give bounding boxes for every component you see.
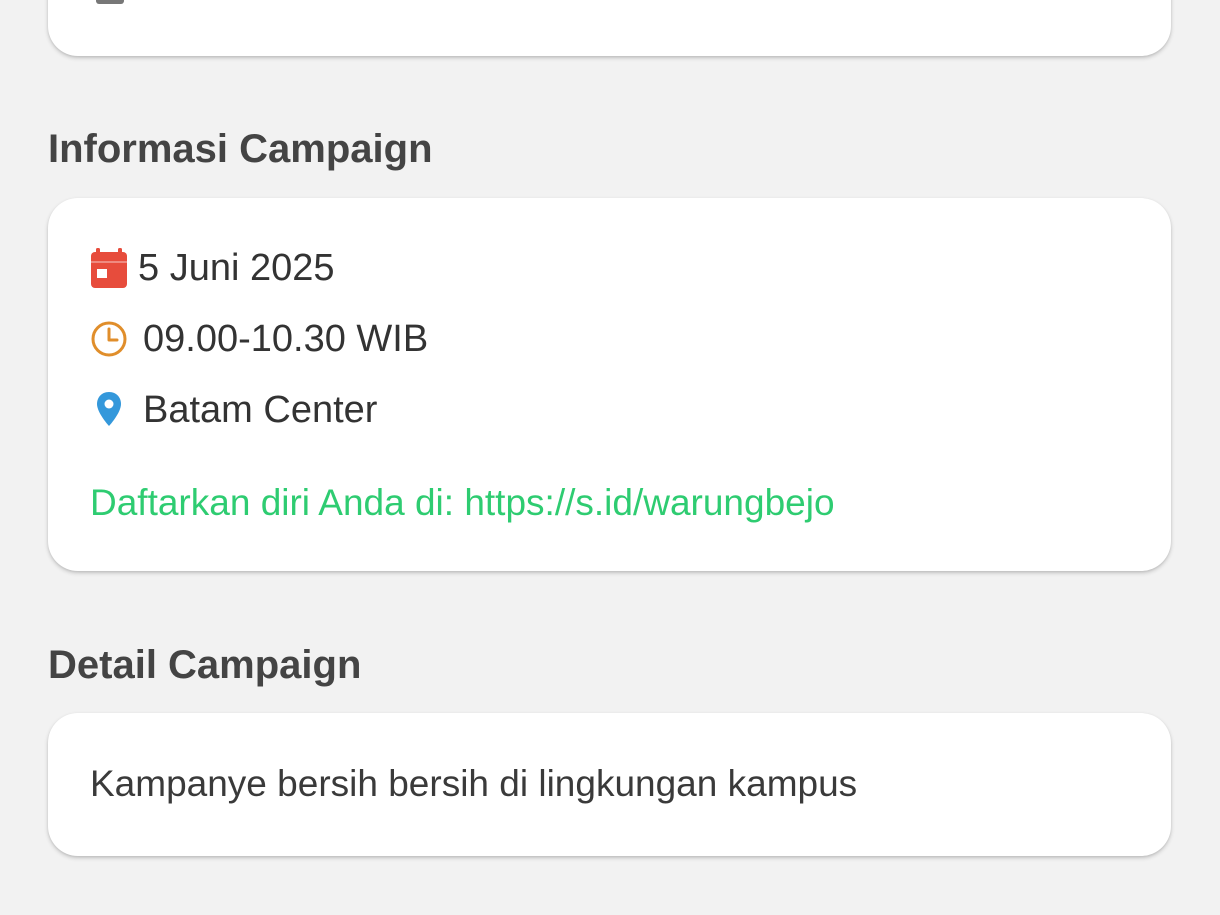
campaign-description: Kampanye bersih bersih di lingkungan kam…: [90, 763, 858, 804]
location-row: Batam Center: [90, 388, 377, 432]
location-pin-icon: [90, 388, 128, 432]
calendar-icon: [90, 246, 128, 290]
campaign-info-card: 5 Juni 2025 09.00-10.30 WIB Batam Center…: [48, 198, 1171, 571]
campaign-detail-card: Kampanye bersih bersih di lingkungan kam…: [48, 713, 1171, 856]
campaign-date: 5 Juni 2025: [138, 247, 335, 289]
campaign-location: Batam Center: [143, 389, 378, 431]
info-section-title: Informasi Campaign: [48, 127, 433, 171]
campaign-time: 09.00-10.30 WIB: [143, 318, 429, 360]
date-row: 5 Juni 2025: [90, 246, 335, 290]
time-row: 09.00-10.30 WIB: [90, 317, 428, 361]
detail-section-title: Detail Campaign: [48, 643, 362, 687]
clock-icon: [90, 317, 128, 361]
partial-icon: [96, 0, 124, 4]
previous-card: [48, 0, 1171, 56]
register-link[interactable]: Daftarkan diri Anda di: https://s.id/war…: [90, 484, 835, 521]
campaign-page: Informasi Campaign 5 Juni 2025 09.00-10.…: [0, 0, 1220, 915]
